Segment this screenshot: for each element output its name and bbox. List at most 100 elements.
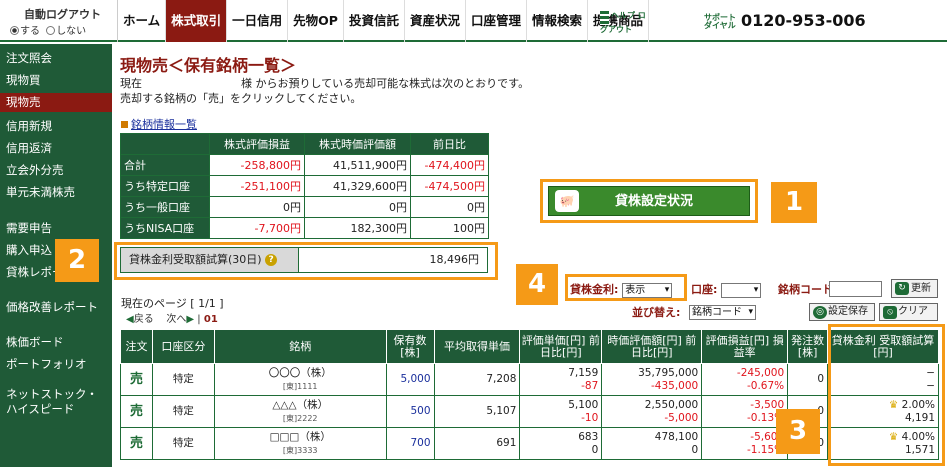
brand-info-label: 銘柄情報一覧 — [131, 118, 197, 131]
summary-header-mv: 株式時価評価額 — [304, 133, 411, 155]
summary-pl: -7,700円 — [209, 217, 305, 239]
nav-futures[interactable]: 先物OP — [288, 0, 344, 42]
sidebar-item-netstock[interactable]: ネットストック・ハイスピード — [0, 387, 108, 417]
clear-icon: ⦸ — [883, 306, 897, 319]
brand-name[interactable]: 〇〇〇（株） — [218, 367, 383, 380]
summary-label: うち特定口座 — [120, 175, 210, 197]
eval-price: 683 — [578, 430, 599, 443]
summary-row: うちNISA口座 -7,700円 182,300円 100円 — [120, 217, 489, 239]
holding-qty: 700 — [385, 427, 435, 460]
sidebar-item-odd-lot[interactable]: 単元未満株売 — [0, 185, 112, 200]
avg-cost: 7,208 — [433, 363, 521, 396]
col-account: 口座区分 — [151, 329, 215, 364]
summary-diff: -474,400円 — [410, 154, 489, 176]
sell-button[interactable]: 売 — [130, 372, 143, 387]
sidebar-item-margin-close[interactable]: 信用返済 — [0, 141, 112, 156]
support-dial-label: サポート ダイヤル — [704, 13, 736, 30]
callout-frame-2 — [114, 242, 498, 280]
next-link[interactable]: 次へ — [166, 314, 186, 325]
sidebar-item-demand[interactable]: 需要申告 — [0, 221, 112, 236]
summary-row: うち一般口座 0円 0円 0円 — [120, 196, 489, 218]
sidebar-item-sell[interactable]: 現物売 — [0, 93, 112, 112]
help-logout-link[interactable]: ヘルプ ログアウト — [600, 11, 648, 34]
refresh-icon: ↻ — [895, 282, 909, 295]
page-number[interactable]: 01 — [204, 314, 218, 325]
summary-pl: -258,800円 — [209, 154, 305, 176]
sidebar-item-buy[interactable]: 現物買 — [0, 73, 112, 88]
brand-code: [東]2222 — [282, 413, 318, 423]
account-type: 特定 — [151, 427, 215, 460]
sidebar-item-portfolio[interactable]: ポートフォリオ — [0, 357, 112, 372]
nav-stock[interactable]: 株式取引 — [166, 0, 228, 42]
col-mv: 時価評価額[円] 前日比[円] — [601, 329, 703, 364]
summary-mv: 41,511,900円 — [304, 154, 411, 176]
summary-header-pl: 株式評価損益 — [209, 133, 305, 155]
pagination: ◀戻る 次へ▶ | 01 — [126, 314, 218, 325]
update-button[interactable]: ↻ 更新 — [891, 279, 938, 298]
nav-day-margin[interactable]: 一日信用 — [227, 0, 289, 42]
brand-name[interactable]: □□□（株） — [218, 431, 383, 444]
phone-number: 0120-953-006 — [741, 11, 866, 30]
nav-assets[interactable]: 資産状況 — [405, 0, 466, 42]
code-input[interactable] — [829, 281, 882, 297]
square-bullet-icon — [121, 121, 128, 128]
logout-on-radio[interactable] — [10, 26, 19, 35]
sidebar-item-order-inquiry[interactable]: 注文照会 — [0, 51, 112, 66]
nav-funds[interactable]: 投資信託 — [344, 0, 405, 42]
sidebar-item-board[interactable]: 株価ボード — [0, 335, 112, 350]
update-label: 更新 — [911, 283, 931, 294]
account-type: 特定 — [151, 395, 215, 428]
sidebar-item-offfloor[interactable]: 立会外分売 — [0, 163, 112, 178]
clear-label: クリア — [898, 306, 928, 317]
pl-rate: -0.67% — [746, 379, 785, 392]
account-filter: 口座: — [691, 281, 762, 298]
sidebar-item-price-report[interactable]: 価格改善レポート — [0, 300, 112, 315]
summary-label: うちNISA口座 — [120, 217, 210, 239]
help-icon — [600, 11, 609, 25]
brand-info-link[interactable]: 銘柄情報一覧 — [121, 116, 197, 132]
sort-key-select[interactable]: 銘柄コード — [689, 305, 756, 320]
instruction-line: 売却する銘柄の「売」をクリックしてください。 — [120, 92, 362, 105]
callout-frame-4 — [565, 274, 687, 301]
sidebar-item-margin-new[interactable]: 信用新規 — [0, 119, 112, 134]
order-qty: 0 — [787, 363, 829, 396]
nav-home[interactable]: ホーム — [118, 0, 167, 42]
col-order-qty: 発注数 [株] — [787, 329, 829, 364]
mv-diff: -5,000 — [664, 411, 699, 424]
brand-name[interactable]: △△△（株） — [218, 399, 383, 412]
holding-qty: 500 — [385, 395, 435, 428]
brand-code: [東]3333 — [282, 445, 318, 455]
nav-account[interactable]: 口座管理 — [466, 0, 528, 42]
col-order: 注文 — [120, 329, 153, 364]
summary-pl: 0円 — [209, 196, 305, 218]
table-row: 売 特定 〇〇〇（株） [東]1111 5,000 7,208 7,159 -87 … — [120, 363, 939, 396]
mv-diff: 0 — [691, 443, 699, 456]
sell-button[interactable]: 売 — [130, 436, 143, 451]
summary-mv: 0円 — [304, 196, 411, 218]
prev-link[interactable]: 戻る — [134, 314, 154, 325]
logout-off-radio[interactable] — [46, 26, 56, 35]
callout-badge-1: 1 — [771, 182, 817, 223]
save-settings-button[interactable]: ◎ 設定保存 — [809, 303, 875, 321]
save-label: 設定保存 — [828, 306, 868, 317]
callout-frame-3 — [828, 324, 945, 466]
page-info: 現在のページ [ 1/1 ] — [121, 297, 224, 310]
eval-pl: -3,500 — [750, 398, 785, 411]
avg-cost: 691 — [433, 427, 521, 460]
summary-mv: 182,300円 — [304, 217, 411, 239]
pl-rate: -1.15% — [746, 443, 785, 456]
nav-search[interactable]: 情報検索 — [527, 0, 589, 42]
col-avg: 平均取得単価 — [433, 329, 521, 364]
price-diff: 0 — [591, 443, 599, 456]
mv-diff: -435,000 — [651, 379, 699, 392]
sell-button[interactable]: 売 — [130, 404, 143, 419]
clear-button[interactable]: ⦸ クリア — [879, 303, 938, 321]
next-arrow-icon: ▶ — [186, 314, 195, 325]
summary-diff: 0円 — [410, 196, 489, 218]
eval-pl: -245,000 — [736, 366, 785, 379]
prev-arrow-icon: ◀ — [126, 314, 134, 325]
avg-cost: 5,107 — [433, 395, 521, 428]
account-filter-select[interactable] — [721, 282, 762, 298]
callout-frame-1 — [540, 179, 758, 223]
main-nav: ホーム 株式取引 一日信用 先物OP 投資信託 資産状況 口座管理 情報検索 提… — [118, 0, 650, 42]
